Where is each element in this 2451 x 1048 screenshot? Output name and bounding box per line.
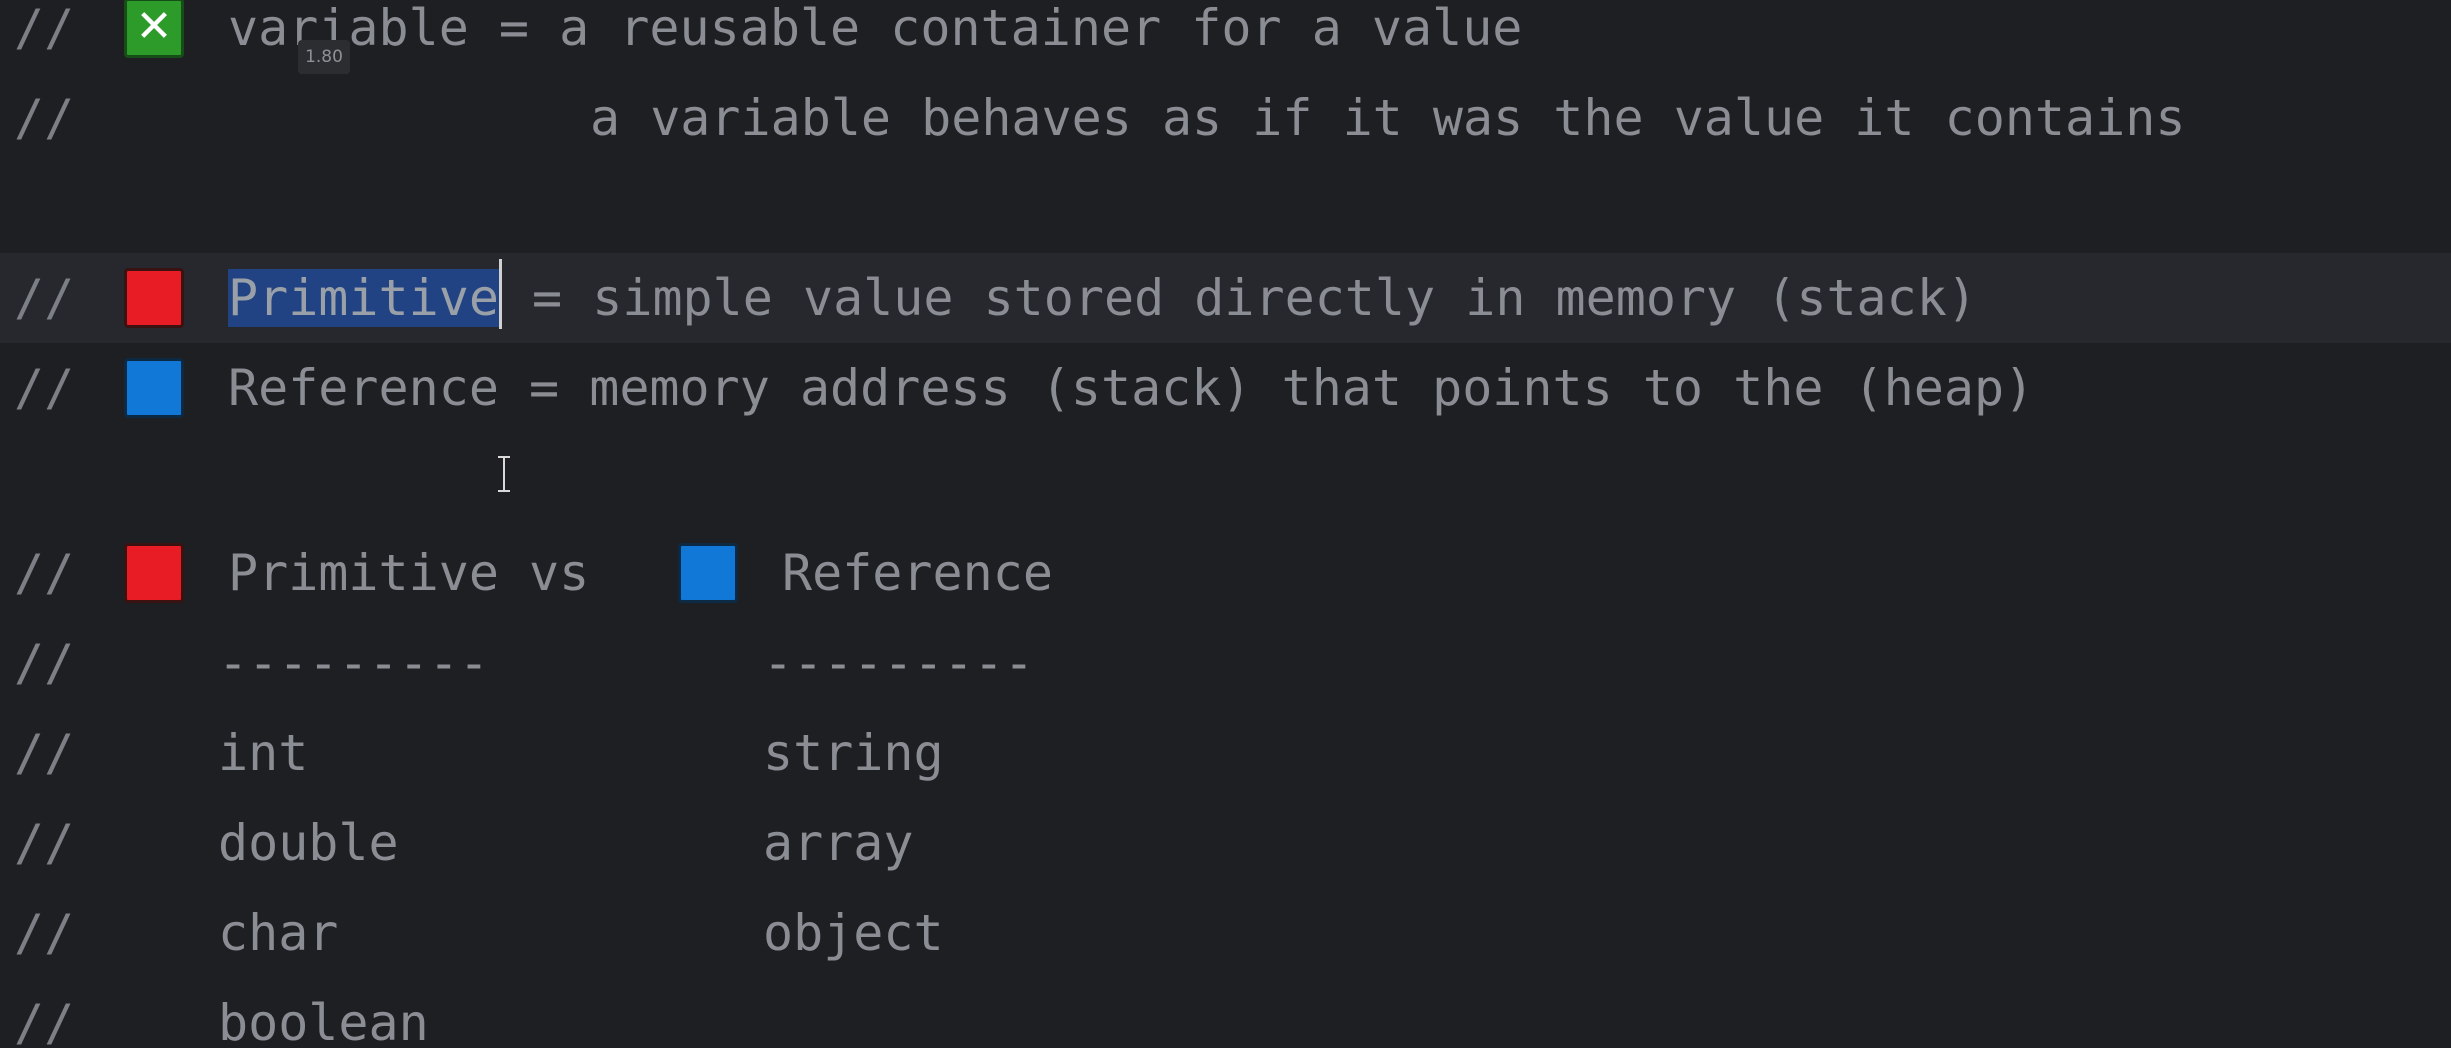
code-line-1[interactable]: // ✕ variable = a reusable container for… [0, 0, 2451, 73]
red-square-icon [124, 268, 184, 328]
comment-marker: // [14, 89, 75, 147]
mouse-ibeam-cursor-icon [496, 456, 512, 492]
comment-marker: // [14, 814, 75, 872]
comment-marker: // [14, 359, 75, 417]
comment-marker: // [14, 544, 75, 602]
primitive-type: int [218, 724, 309, 782]
code-line-current[interactable]: // Primitive = simple value stored direc… [0, 253, 2451, 343]
comment-text: Reference = memory address (stack) that … [228, 359, 2035, 417]
comment-marker: // [14, 904, 75, 962]
code-editor[interactable]: // ✕ variable = a reusable container for… [0, 0, 2451, 1048]
value-tooltip: 1.80 [298, 40, 350, 74]
comment-marker: // [14, 0, 75, 57]
cross-mark-icon: ✕ [124, 0, 184, 58]
primitive-type: char [218, 904, 339, 962]
reference-type: string [763, 724, 944, 782]
comment-marker: // [14, 269, 75, 327]
reference-type: object [763, 904, 944, 962]
primitive-type: boolean [218, 994, 429, 1048]
comment-text: variable = a reusable container for a va… [228, 0, 1523, 57]
primitive-type: double [218, 814, 399, 872]
code-line-10[interactable]: // boolean [0, 978, 2451, 1048]
reference-type: array [763, 814, 914, 872]
comment-marker: // [14, 994, 75, 1048]
comment-text: Reference [782, 544, 1053, 602]
comment-text: a variable behaves as if it was the valu… [590, 89, 2186, 147]
comment-text: Primitive = simple value stored directly… [228, 253, 1977, 343]
column-divider: --------- [763, 634, 1034, 692]
column-divider: --------- [218, 634, 489, 692]
selected-text[interactable]: Primitive [228, 269, 499, 327]
blue-square-icon [678, 543, 738, 603]
blue-square-icon [124, 358, 184, 418]
code-line-9[interactable]: // char object [0, 888, 2451, 978]
code-line-4[interactable]: // Reference = memory address (stack) th… [0, 343, 2451, 433]
code-line-5[interactable]: // Primitive vs Reference [0, 528, 2451, 618]
code-line-7[interactable]: // int string [0, 708, 2451, 798]
code-line-6[interactable]: // --------- --------- [0, 618, 2451, 708]
red-square-icon [124, 543, 184, 603]
comment-text: Primitive vs [228, 544, 590, 602]
code-line-2[interactable]: // a variable behaves as if it was the v… [0, 73, 2451, 163]
code-line-8[interactable]: // double array [0, 798, 2451, 888]
comment-marker: // [14, 634, 75, 692]
comment-marker: // [14, 724, 75, 782]
